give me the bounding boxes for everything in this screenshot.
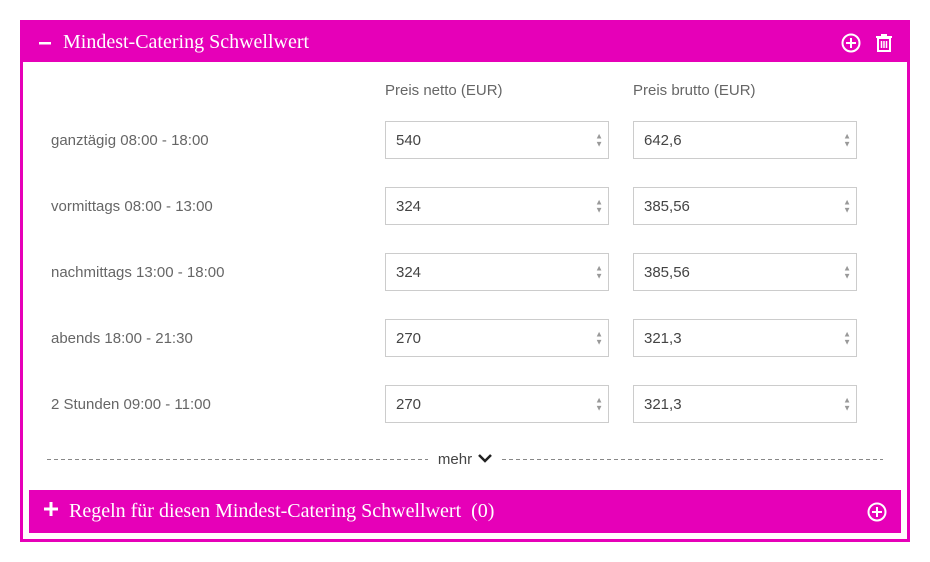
more-button[interactable]: mehr bbox=[438, 451, 492, 468]
threshold-panel: Mindest-Catering Schwellwert Preis netto… bbox=[20, 20, 910, 542]
netto-input-wrap: ▲▼ bbox=[385, 187, 609, 225]
divider-left bbox=[47, 459, 428, 460]
rules-bar-left: Regeln für diesen Mindest-Catering Schwe… bbox=[43, 500, 494, 523]
price-grid: Preis netto (EUR) Preis brutto (EUR) gan… bbox=[51, 82, 879, 423]
brutto-input-wrap: ▲▼ bbox=[633, 319, 857, 357]
netto-input-wrap: ▲▼ bbox=[385, 385, 609, 423]
brutto-input-wrap: ▲▼ bbox=[633, 121, 857, 159]
netto-input[interactable] bbox=[385, 319, 609, 357]
panel-header-actions bbox=[841, 33, 893, 53]
collapse-icon[interactable] bbox=[37, 35, 53, 51]
spinner-icon[interactable]: ▲▼ bbox=[843, 265, 851, 280]
divider-right bbox=[502, 459, 883, 460]
rules-count: (0) bbox=[471, 500, 494, 523]
rules-bar[interactable]: Regeln für diesen Mindest-Catering Schwe… bbox=[29, 490, 901, 533]
spinner-icon[interactable]: ▲▼ bbox=[843, 133, 851, 148]
brutto-input[interactable] bbox=[633, 319, 857, 357]
spinner-icon[interactable]: ▲▼ bbox=[843, 199, 851, 214]
row-label: 2 Stunden 09:00 - 11:00 bbox=[51, 396, 361, 413]
trash-icon[interactable] bbox=[875, 33, 893, 53]
spinner-icon[interactable]: ▲▼ bbox=[595, 265, 603, 280]
netto-input[interactable] bbox=[385, 385, 609, 423]
brutto-input[interactable] bbox=[633, 253, 857, 291]
price-row: 2 Stunden 09:00 - 11:00 ▲▼ ▲▼ bbox=[51, 385, 879, 423]
netto-input-wrap: ▲▼ bbox=[385, 253, 609, 291]
price-row: ganztägig 08:00 - 18:00 ▲▼ ▲▼ bbox=[51, 121, 879, 159]
spinner-icon[interactable]: ▲▼ bbox=[595, 397, 603, 412]
header-netto: Preis netto (EUR) bbox=[385, 82, 609, 99]
brutto-input-wrap: ▲▼ bbox=[633, 187, 857, 225]
spinner-icon[interactable]: ▲▼ bbox=[843, 331, 851, 346]
netto-input[interactable] bbox=[385, 121, 609, 159]
spinner-icon[interactable]: ▲▼ bbox=[595, 199, 603, 214]
panel-header-left: Mindest-Catering Schwellwert bbox=[37, 31, 309, 54]
add-rule-icon[interactable] bbox=[867, 502, 887, 522]
row-label: nachmittags 13:00 - 18:00 bbox=[51, 264, 361, 281]
netto-input[interactable] bbox=[385, 187, 609, 225]
panel-header: Mindest-Catering Schwellwert bbox=[23, 23, 907, 62]
grid-header-row: Preis netto (EUR) Preis brutto (EUR) bbox=[51, 82, 879, 99]
panel-title: Mindest-Catering Schwellwert bbox=[63, 31, 309, 54]
row-label: abends 18:00 - 21:30 bbox=[51, 330, 361, 347]
netto-input-wrap: ▲▼ bbox=[385, 319, 609, 357]
row-label: vormittags 08:00 - 13:00 bbox=[51, 198, 361, 215]
brutto-input-wrap: ▲▼ bbox=[633, 253, 857, 291]
brutto-input[interactable] bbox=[633, 121, 857, 159]
header-brutto: Preis brutto (EUR) bbox=[633, 82, 857, 99]
brutto-input[interactable] bbox=[633, 187, 857, 225]
brutto-input[interactable] bbox=[633, 385, 857, 423]
plus-icon bbox=[43, 500, 59, 523]
spinner-icon[interactable]: ▲▼ bbox=[595, 331, 603, 346]
row-label: ganztägig 08:00 - 18:00 bbox=[51, 132, 361, 149]
brutto-input-wrap: ▲▼ bbox=[633, 385, 857, 423]
price-row: nachmittags 13:00 - 18:00 ▲▼ ▲▼ bbox=[51, 253, 879, 291]
more-row: mehr bbox=[47, 451, 883, 468]
price-row: vormittags 08:00 - 13:00 ▲▼ ▲▼ bbox=[51, 187, 879, 225]
more-label: mehr bbox=[438, 451, 472, 468]
netto-input[interactable] bbox=[385, 253, 609, 291]
spinner-icon[interactable]: ▲▼ bbox=[595, 133, 603, 148]
panel-body: Preis netto (EUR) Preis brutto (EUR) gan… bbox=[23, 62, 907, 490]
netto-input-wrap: ▲▼ bbox=[385, 121, 609, 159]
spinner-icon[interactable]: ▲▼ bbox=[843, 397, 851, 412]
chevron-down-icon bbox=[478, 451, 492, 468]
rules-title: Regeln für diesen Mindest-Catering Schwe… bbox=[69, 500, 461, 523]
add-icon[interactable] bbox=[841, 33, 861, 53]
price-row: abends 18:00 - 21:30 ▲▼ ▲▼ bbox=[51, 319, 879, 357]
